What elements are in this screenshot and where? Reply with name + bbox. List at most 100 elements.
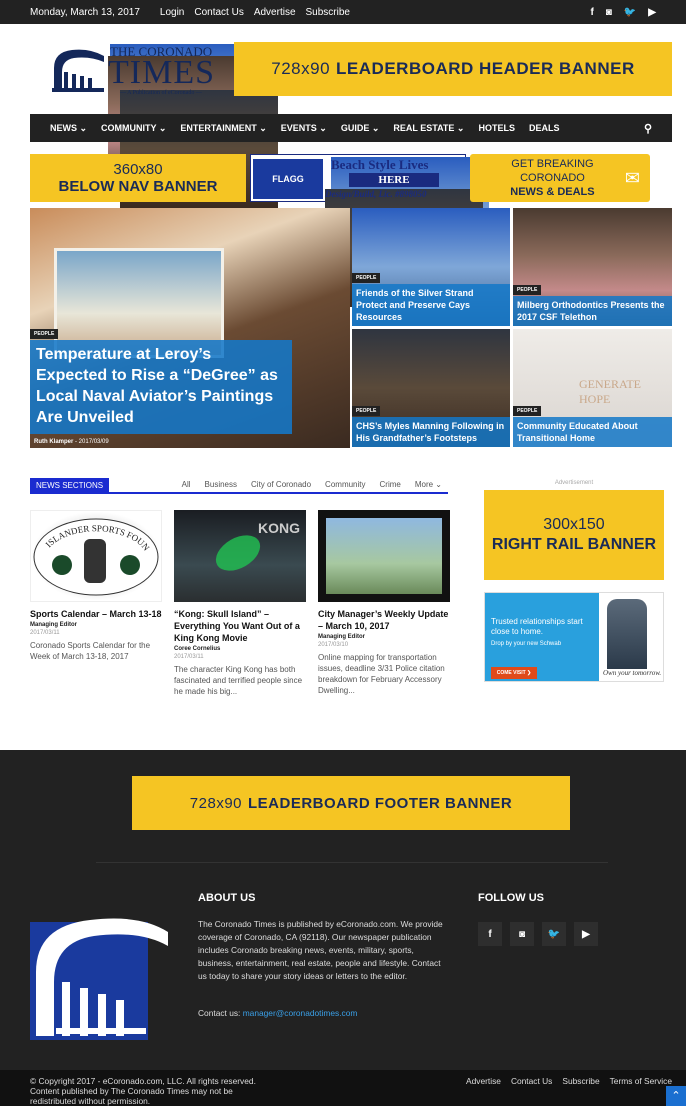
- top-bar: Monday, March 13, 2017 Login Contact Us …: [0, 0, 686, 24]
- current-date: Monday, March 13, 2017: [30, 6, 140, 18]
- category-tag[interactable]: PEOPLE: [352, 273, 381, 283]
- login-link[interactable]: Login: [160, 7, 184, 18]
- arrow-up-icon[interactable]: ⌃: [666, 1086, 686, 1106]
- featured-main-caption: PEOPLE Temperature at Leroy’s Expected t…: [30, 322, 350, 448]
- featured-tile-title[interactable]: CHS’s Myles Manning Following in His Gra…: [352, 417, 510, 447]
- featured-tile-title[interactable]: Friends of the Silver Strand Protect and…: [352, 284, 510, 326]
- nav-item-real-estate[interactable]: REAL ESTATE ⌄: [393, 123, 464, 134]
- tab-more[interactable]: More ⌄: [415, 480, 442, 489]
- cyclist-image: [607, 599, 647, 669]
- header-banner-size: 728x90: [271, 59, 331, 78]
- featured-tile-1[interactable]: PEOPLE Friends of the Silver Strand Prot…: [352, 208, 510, 326]
- category-tag[interactable]: PEOPLE: [513, 406, 542, 416]
- category-tag[interactable]: PEOPLE: [352, 406, 381, 416]
- below-nav-banner-label: BELOW NAV BANNER: [58, 178, 218, 195]
- tab-city-of-coronado[interactable]: City of Coronado: [251, 480, 311, 489]
- news-card-title[interactable]: City Manager’s Weekly Update – March 10,…: [318, 608, 450, 632]
- category-tag[interactable]: PEOPLE: [513, 285, 542, 295]
- search-icon[interactable]: ⚲: [644, 122, 652, 135]
- header-banner-label: LEADERBOARD HEADER BANNER: [336, 59, 635, 78]
- right-rail-banner-label: RIGHT RAIL BANNER: [491, 536, 657, 553]
- footer-advertise-link[interactable]: Advertise: [466, 1076, 501, 1086]
- header-leaderboard-banner[interactable]: 728x90 LEADERBOARD HEADER BANNER: [234, 42, 672, 96]
- category-tag[interactable]: PEOPLE: [30, 329, 59, 339]
- main-nav: NEWS ⌄ COMMUNITY ⌄ ENTERTAINMENT ⌄ EVENT…: [30, 114, 672, 142]
- tab-business[interactable]: Business: [205, 480, 237, 489]
- come-visit-button[interactable]: COME VISIT ❯: [491, 667, 537, 679]
- footer-bridge-logo-icon[interactable]: [30, 912, 170, 1040]
- featured-tile-4[interactable]: GENERATE HOPE PEOPLE Community Educated …: [513, 329, 672, 447]
- below-nav-banner-size: 360x80: [113, 161, 163, 178]
- nav-item-entertainment[interactable]: ENTERTAINMENT ⌄: [180, 123, 266, 134]
- footer-terms-link[interactable]: Terms of Service: [610, 1076, 672, 1086]
- flagg-coastal-homes-ad[interactable]: FLAGG Beach Style Lives HERE Design/Buil…: [250, 154, 489, 307]
- follow-us-heading: FOLLOW US: [478, 892, 544, 904]
- nav-item-hotels[interactable]: HOTELS: [478, 123, 515, 133]
- twitter-icon[interactable]: 🐦: [624, 7, 636, 18]
- featured-main-title[interactable]: Temperature at Leroy’s Expected to Rise …: [30, 340, 292, 434]
- featured-tile-3[interactable]: PEOPLE CHS’s Myles Manning Following in …: [352, 329, 510, 447]
- news-card-date: 2017/03/11: [174, 654, 204, 660]
- featured-tile-title[interactable]: Community Educated About Transitional Ho…: [513, 417, 672, 447]
- news-card: KONG “Kong: Skull Island” – Everything Y…: [174, 510, 306, 697]
- islander-sports-foundation-logo: ISLANDER SPORTS FOUNDATION: [32, 513, 159, 596]
- about-us-text: The Coronado Times is published by eCoro…: [198, 919, 443, 981]
- facebook-icon[interactable]: f: [590, 7, 593, 18]
- instagram-icon[interactable]: ◙: [606, 7, 612, 18]
- nav-item-guide[interactable]: GUIDE ⌄: [341, 123, 380, 134]
- advertise-link[interactable]: Advertise: [254, 7, 296, 18]
- news-card-author[interactable]: Managing Editor: [318, 634, 450, 640]
- featured-tile-title[interactable]: Milberg Orthodontics Presents the 2017 C…: [513, 296, 672, 326]
- nav-item-events[interactable]: EVENTS ⌄: [281, 123, 327, 134]
- news-sections-label: NEWS SECTIONS: [30, 478, 110, 494]
- footer-contact-us-link[interactable]: Contact Us: [511, 1076, 552, 1086]
- news-card-excerpt: Coronado Sports Calendar for the Week of…: [30, 641, 151, 661]
- featured-main-article[interactable]: PEOPLE Temperature at Leroy’s Expected t…: [30, 208, 350, 448]
- kong-title-text: KONG: [258, 520, 300, 536]
- news-card-image[interactable]: KONG: [174, 510, 306, 602]
- nav-item-news[interactable]: NEWS ⌄: [50, 123, 87, 134]
- subscribe-link[interactable]: Subscribe: [306, 7, 350, 18]
- tab-crime[interactable]: Crime: [380, 480, 401, 489]
- flagg-logo: FLAGG: [253, 159, 323, 199]
- twitter-icon[interactable]: 🐦: [542, 922, 566, 946]
- news-card: City Manager’s Weekly Update – March 10,…: [318, 510, 450, 696]
- breaking-news-signup-banner[interactable]: GET BREAKING CORONADO NEWS & DEALS ✉: [470, 154, 650, 202]
- facebook-icon[interactable]: f: [478, 922, 502, 946]
- youtube-icon[interactable]: ▶: [648, 7, 656, 18]
- news-card-image[interactable]: ISLANDER SPORTS FOUNDATION: [30, 510, 162, 602]
- nav-item-community[interactable]: COMMUNITY ⌄: [101, 123, 166, 134]
- news-card-title[interactable]: “Kong: Skull Island” – Everything You Wa…: [174, 608, 306, 644]
- footer-social-icons: f ◙ 🐦 ▶: [478, 922, 598, 946]
- top-bar-left: Monday, March 13, 2017 Login Contact Us …: [30, 7, 350, 18]
- footer-banner-label: LEADERBOARD FOOTER BANNER: [248, 794, 513, 812]
- below-nav-banner[interactable]: 360x80 BELOW NAV BANNER: [30, 154, 246, 202]
- top-social-icons: f ◙ 🐦 ▶: [590, 7, 656, 18]
- tab-all[interactable]: All: [182, 480, 191, 489]
- news-card-excerpt: The character King Kong has both fascina…: [174, 665, 303, 696]
- news-card-date: 2017/03/11: [30, 630, 60, 636]
- about-us-heading: ABOUT US: [198, 892, 256, 904]
- footer-links: Advertise Contact Us Subscribe Terms of …: [466, 1076, 672, 1086]
- featured-main-byline: Ruth Klamper - 2017/03/09: [34, 439, 109, 445]
- news-card-date: 2017/03/10: [318, 642, 349, 648]
- news-card-author[interactable]: Coree Cornelius: [174, 646, 306, 652]
- news-card-author[interactable]: Managing Editor: [30, 622, 162, 628]
- featured-tile-2[interactable]: PEOPLE Milberg Orthodontics Presents the…: [513, 208, 672, 326]
- footer-leaderboard-banner[interactable]: 728x90 LEADERBOARD FOOTER BANNER: [132, 776, 570, 830]
- copyright-bar: © Copyright 2017 - eCoronado.com, LLC. A…: [0, 1070, 686, 1106]
- footer-subscribe-link[interactable]: Subscribe: [562, 1076, 599, 1086]
- tab-community[interactable]: Community: [325, 480, 365, 489]
- breaking-news-text: GET BREAKING CORONADO NEWS & DEALS: [510, 158, 595, 198]
- right-rail-banner[interactable]: 300x150 RIGHT RAIL BANNER: [484, 490, 664, 580]
- news-card-title[interactable]: Sports Calendar – March 13-18: [30, 608, 162, 620]
- news-card-image[interactable]: [318, 510, 450, 602]
- youtube-icon[interactable]: ▶: [574, 922, 598, 946]
- schwab-ad[interactable]: Trusted relationships start close to hom…: [484, 592, 664, 682]
- site-logo[interactable]: THE CORONADO TIMES — A Publication of eC…: [50, 40, 278, 208]
- instagram-icon[interactable]: ◙: [510, 922, 534, 946]
- footer-banner-size: 728x90: [189, 794, 243, 812]
- contact-us-link[interactable]: Contact Us: [194, 7, 243, 18]
- contact-email-link[interactable]: manager@coronadotimes.com: [243, 1008, 358, 1018]
- nav-item-deals[interactable]: DEALS: [529, 123, 560, 133]
